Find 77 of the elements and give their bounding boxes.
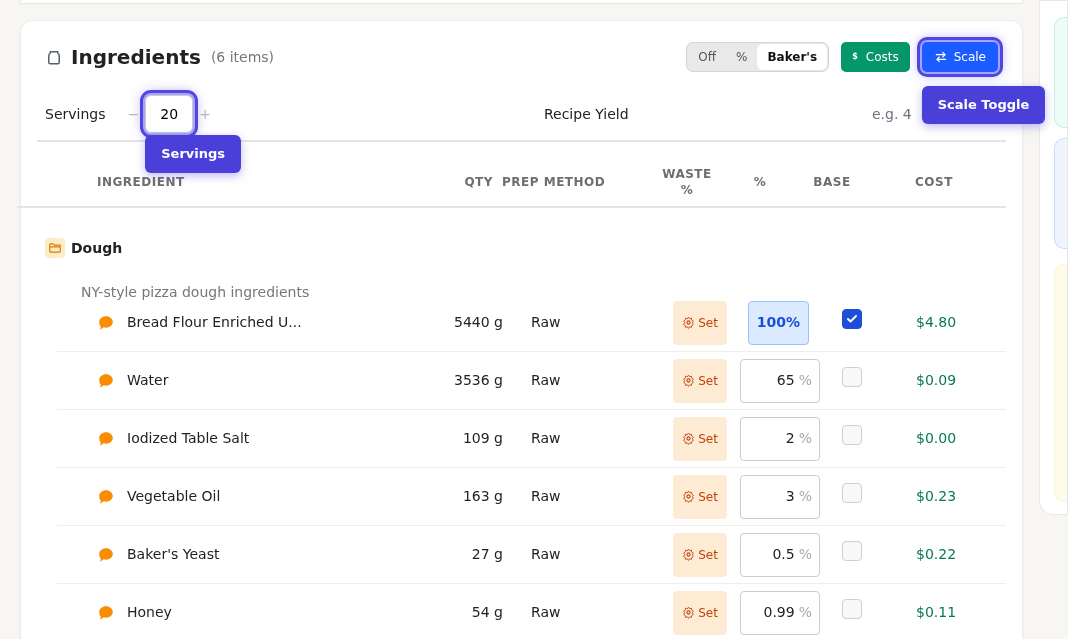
comment-icon [97,488,115,506]
ingredient-name: Iodized Table Salt [127,429,251,448]
gear-icon [682,316,696,329]
quantity: 109 g [461,429,504,448]
unit-label: % [798,545,812,564]
column-header: % [752,174,768,190]
check-icon [846,312,858,325]
base-checkbox[interactable] [842,308,862,329]
percentage-field[interactable]: 0.99 % [740,590,820,635]
prep-method: Raw [530,429,562,448]
prep-method: Raw [530,313,562,332]
cost-value: $0.11 [915,603,958,622]
waste-button[interactable]: Set [673,532,727,577]
cost-value: $0.09 [915,371,958,390]
percentage-field[interactable]: 65 % [740,358,820,403]
percentage-field[interactable]: 2 % [740,416,820,461]
unit-label: % [798,603,812,622]
servings-field[interactable]: 20 [145,95,194,133]
quantity: 163 g [461,487,504,506]
ingredient-name: Vegetable Oil [127,487,222,506]
waste-button[interactable]: Set [673,416,727,461]
waste-button[interactable]: Set [673,300,727,345]
mode-option[interactable]: % [726,44,758,70]
comment-icon [97,546,115,564]
mode-option[interactable]: Baker's [757,44,828,70]
quantity: 5440 g [453,313,504,332]
folder-icon [48,241,62,255]
gear-icon [682,374,696,387]
column-header: BASE [812,174,852,190]
swap-arrows-icon [933,50,948,64]
column-header: INGREDIENT [96,174,186,190]
prep-method: Raw [530,545,562,564]
comment-icon [97,314,115,332]
prep-method: Raw [530,487,562,506]
gear-icon [682,432,696,445]
group-name: Dough [71,238,123,258]
column-header: QTY [463,174,493,190]
servings-label: Servings [45,104,106,124]
ingredient-name: Baker's Yeast [127,545,221,564]
waste-button[interactable]: Set [673,590,727,635]
item-count: (6 items) [210,47,275,67]
cost-value: $0.23 [915,487,958,506]
costs-button[interactable]: $ Costs [841,42,910,72]
gear-icon [682,606,696,619]
gear-icon [682,490,696,503]
percentage-field[interactable]: 3 % [740,474,820,519]
quantity: 54 g [470,603,504,622]
gear-icon [682,548,696,561]
prep-method: Raw [530,603,562,622]
column-header: WASTE % [661,166,713,198]
prep-method: Raw [530,371,562,390]
unit-label: % [798,429,812,448]
comment-icon [97,604,115,622]
card-title: Ingredients [71,44,201,71]
cost-value: $4.80 [915,313,958,332]
comment-icon [97,430,115,448]
waste-button[interactable]: Set [673,358,727,403]
ingredient-name: Water [127,371,170,390]
base-percentage: 100% [748,300,809,345]
comment-icon [97,372,115,390]
unit-label: % [798,371,812,390]
unit-label: % [798,487,812,506]
quantity: 27 g [470,545,504,564]
mode-option[interactable]: Off [688,44,726,70]
ingredient-name: Bread Flour Enriched U... [127,313,303,332]
waste-button[interactable]: Set [673,474,727,519]
quantity: 3536 g [453,371,504,390]
cost-value: $0.22 [915,545,958,564]
tooltip: Servings [145,135,242,173]
cost-value: $0.00 [915,429,958,448]
yield-label: Recipe Yield [543,104,629,124]
ingredient-name: Honey [127,603,173,622]
jar-icon [45,48,63,66]
column-header: COST [914,174,954,190]
tooltip: Scale Toggle [921,86,1046,124]
percentage-field[interactable]: 0.5 % [740,532,820,577]
group-description: NY-style pizza dough ingredients [80,283,311,302]
